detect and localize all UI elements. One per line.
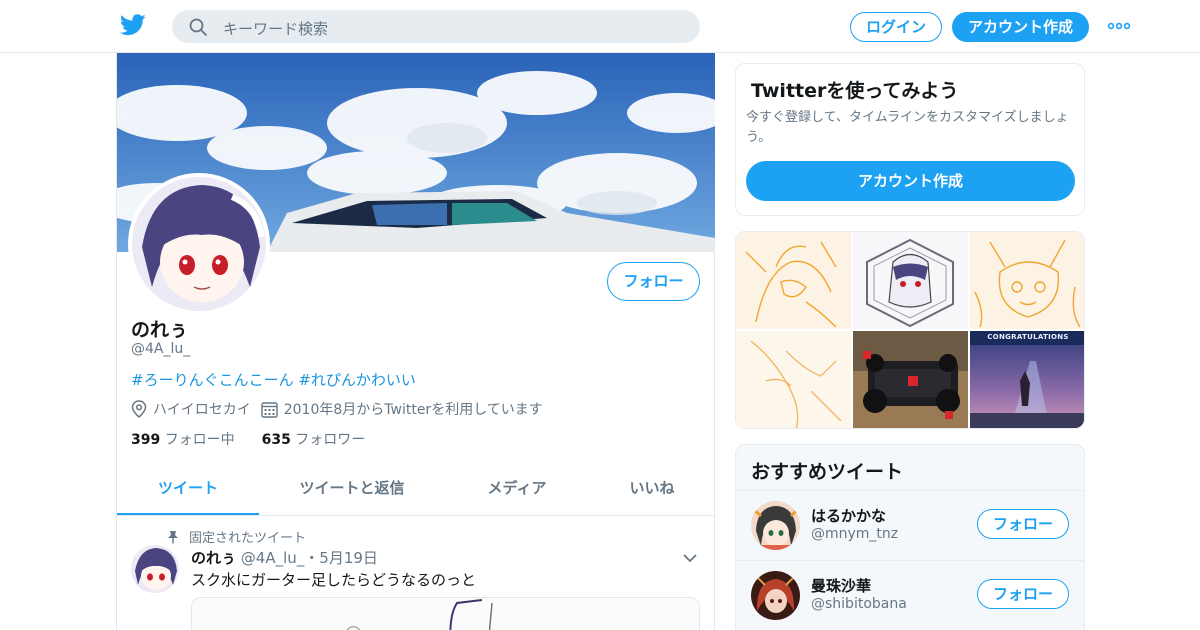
twitter-bird-icon[interactable] (120, 13, 146, 37)
signup-card-description: 今すぐ登録して、タイムラインをカスタマイズしましょう。 (746, 110, 1069, 145)
search-placeholder: キーワード検索 (223, 20, 329, 38)
tab-tweets-and-replies[interactable]: ツイートと返信 (282, 463, 422, 515)
signup-card-button[interactable]: アカウント作成 (746, 161, 1075, 201)
recommended-user[interactable]: 曼珠沙華 @shibitobana フォロー (736, 560, 1084, 630)
profile-location: ハイイロセカイ (153, 402, 251, 418)
following-label: フォロー中 (164, 432, 235, 448)
recommended-follow-button[interactable]: フォロー (977, 509, 1069, 539)
tweet-header: のれぅ @4A_lu_・5月19日 (191, 547, 378, 568)
profile-name[interactable]: のれぅ (131, 315, 188, 342)
tweet-media-preview[interactable] (191, 597, 700, 630)
profile-stats: 399 フォロー中 635 フォロワー (131, 429, 365, 449)
top-navigation-bar: キーワード検索 ログイン アカウント作成 (0, 0, 1200, 53)
pinned-indicator: 固定されたツイート (167, 527, 306, 546)
gallery-image[interactable] (736, 331, 851, 428)
profile-joined-date: 2010年8月からTwitterを利用しています (283, 402, 543, 418)
recommended-user-name[interactable]: 曼珠沙華 (811, 575, 871, 596)
avatar[interactable] (751, 501, 800, 550)
calendar-icon (261, 401, 278, 418)
media-gallery: CONGRATULATIONS (735, 231, 1085, 429)
login-button[interactable]: ログイン (850, 12, 942, 42)
pinned-label: 固定されたツイート (189, 531, 307, 546)
followers-link[interactable]: 635 フォロワー (262, 432, 366, 448)
search-input[interactable]: キーワード検索 (172, 10, 700, 43)
tab-likes[interactable]: いいね (607, 463, 697, 515)
avatar[interactable] (751, 571, 800, 620)
recommended-user-name[interactable]: はるかかな (811, 505, 886, 526)
recommended-title: おすすめツイート (751, 461, 904, 483)
follow-button[interactable]: フォロー (607, 262, 700, 301)
gallery-image[interactable] (970, 232, 1084, 329)
location-pin-icon (131, 400, 147, 418)
more-dots-icon[interactable] (1107, 17, 1131, 35)
tweet-avatar[interactable] (131, 545, 179, 593)
recommended-tweets-card: おすすめツイート はるかかな @mnym_tnz フォロー 曼珠沙華 @shib… (735, 444, 1085, 630)
profile-tabs: ツイート ツイートと返信 メディア いいね (117, 463, 715, 516)
profile-bio-hashtags[interactable]: #ろーりんぐこんこーん #れぴんかわいい (131, 369, 416, 390)
recommended-user-handle[interactable]: @shibitobana (811, 596, 907, 612)
tweet-text: スク水にガーター足したらどうなるのっと (191, 571, 477, 589)
tab-tweets[interactable]: ツイート (117, 463, 259, 515)
tweet-date[interactable]: 5月19日 (319, 549, 378, 567)
profile-avatar[interactable] (128, 173, 270, 315)
tweet-author-name[interactable]: のれぅ (191, 549, 236, 567)
followers-label: フォロワー (295, 432, 366, 448)
signup-button[interactable]: アカウント作成 (952, 12, 1089, 42)
gallery-image[interactable]: CONGRATULATIONS (970, 331, 1084, 428)
signup-card-title: Twitterを使ってみよう (751, 80, 959, 102)
profile-column: フォロー のれぅ @4A_lu_ #ろーりんぐこんこーん #れぴんかわいい ハイ… (116, 53, 715, 630)
following-link[interactable]: 399 フォロー中 (131, 432, 235, 448)
pinned-tweet[interactable]: 固定されたツイート のれぅ @4A_lu_・5月19日 スク水にガーター足したら… (117, 517, 715, 630)
profile-handle[interactable]: @4A_lu_ (131, 341, 190, 357)
profile-meta: ハイイロセカイ 2010年8月からTwitterを利用しています (131, 399, 543, 419)
tab-media[interactable]: メディア (457, 463, 577, 515)
pin-icon (168, 530, 178, 543)
recommended-user-handle[interactable]: @mnym_tnz (811, 526, 898, 542)
tweet-separator: ・ (304, 549, 320, 567)
signup-card: Twitterを使ってみよう 今すぐ登録して、タイムラインをカスタマイズしましょ… (735, 63, 1085, 216)
search-icon (189, 18, 207, 36)
gallery-image[interactable] (736, 232, 851, 329)
recommended-user[interactable]: はるかかな @mnym_tnz フォロー (736, 490, 1084, 560)
followers-count: 635 (261, 432, 291, 448)
gallery-image[interactable] (853, 331, 968, 428)
gallery-image-caption: CONGRATULATIONS (987, 333, 1069, 341)
tweet-author-handle[interactable]: @4A_lu_ (241, 549, 304, 567)
gallery-image[interactable] (853, 232, 968, 329)
chevron-down-icon[interactable] (683, 553, 697, 563)
recommended-follow-button[interactable]: フォロー (977, 579, 1069, 609)
following-count: 399 (131, 432, 161, 448)
